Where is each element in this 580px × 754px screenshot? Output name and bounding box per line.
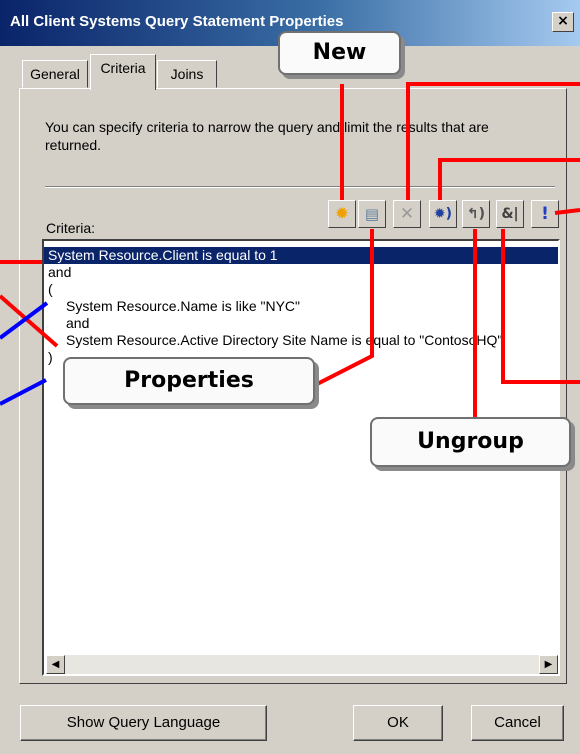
criteria-line[interactable]: System Resource.Active Directory Site Na… bbox=[44, 332, 558, 349]
ungroup-button[interactable]: ↰) bbox=[462, 200, 490, 228]
window-title: All Client Systems Query Statement Prope… bbox=[10, 13, 344, 30]
new-star-icon: ✹ bbox=[334, 204, 350, 224]
criteria-line[interactable]: and bbox=[44, 315, 558, 332]
ungroup-icon: ↰) bbox=[466, 206, 486, 222]
scroll-left-button[interactable]: ◀ bbox=[46, 655, 65, 674]
criteria-line[interactable]: ( bbox=[44, 281, 558, 298]
tab-general[interactable]: General bbox=[22, 60, 88, 88]
and-or-button[interactable]: &| bbox=[496, 200, 524, 228]
callout-properties: Properties bbox=[63, 357, 315, 405]
ok-button[interactable]: OK bbox=[353, 705, 443, 741]
not-button[interactable]: ! bbox=[531, 200, 559, 228]
cancel-button[interactable]: Cancel bbox=[471, 705, 564, 741]
criteria-line[interactable]: System Resource.Client is equal to 1 bbox=[44, 247, 558, 264]
delete-criterion-button[interactable]: ✕ bbox=[393, 200, 421, 228]
delete-x-icon: ✕ bbox=[399, 204, 415, 224]
criteria-description: You can specify criteria to narrow the q… bbox=[45, 119, 489, 153]
criteria-line[interactable]: System Resource.Name is like "NYC" bbox=[44, 298, 558, 315]
criteria-label: Criteria: bbox=[46, 220, 96, 236]
callout-new: New bbox=[278, 31, 401, 75]
scroll-right-button[interactable]: ▶ bbox=[539, 655, 558, 674]
close-button[interactable]: × bbox=[552, 12, 574, 32]
arrow-left-icon: ◀ bbox=[51, 659, 60, 670]
show-query-language-button[interactable]: Show Query Language bbox=[20, 705, 267, 741]
criteria-line[interactable]: and bbox=[44, 264, 558, 281]
group-icon: ✹) bbox=[433, 206, 453, 222]
properties-button[interactable]: ▤ bbox=[358, 200, 386, 228]
callout-ungroup: Ungroup bbox=[370, 417, 571, 467]
separator bbox=[45, 186, 555, 188]
group-button[interactable]: ✹) bbox=[429, 200, 457, 228]
properties-icon: ▤ bbox=[364, 205, 380, 223]
new-criterion-button[interactable]: ✹ bbox=[328, 200, 356, 228]
arrow-right-icon: ▶ bbox=[544, 659, 553, 670]
horizontal-scrollbar[interactable]: ◀ ▶ bbox=[46, 655, 558, 674]
tab-joins[interactable]: Joins bbox=[157, 60, 217, 88]
tab-criteria[interactable]: Criteria bbox=[90, 54, 156, 90]
